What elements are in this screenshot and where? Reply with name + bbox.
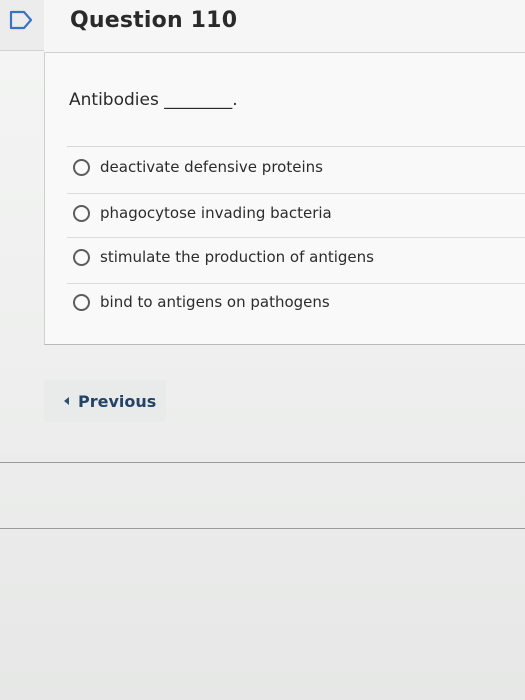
question-title: Question 110 [70,8,238,33]
radio-unselected-icon[interactable] [73,293,90,311]
question-body: Antibodies ________. deactivate defensiv… [44,53,525,345]
divider [0,462,525,463]
answer-option-label: bind to antigens on pathogens [100,293,330,311]
answer-option-label: phagocytose invading bacteria [100,204,332,222]
answer-option-1[interactable]: deactivate defensive proteins [73,154,513,180]
divider [67,146,525,147]
answer-option-label: deactivate defensive proteins [100,158,323,176]
divider [67,193,525,194]
flag-question-button[interactable] [0,0,45,51]
divider [67,237,525,238]
radio-unselected-icon[interactable] [73,248,90,266]
question-header: Question 110 [44,0,525,53]
answer-option-2[interactable]: phagocytose invading bacteria [73,200,513,226]
radio-unselected-icon[interactable] [73,204,90,222]
caret-left-icon [64,397,69,405]
question-prompt: Antibodies ________. [69,90,238,110]
answer-option-label: stimulate the production of antigens [100,248,374,266]
divider [67,283,525,284]
radio-unselected-icon[interactable] [73,158,90,176]
answer-option-3[interactable]: stimulate the production of antigens [73,244,513,270]
divider [0,528,525,529]
previous-button[interactable]: Previous [44,380,166,422]
answer-option-4[interactable]: bind to antigens on pathogens [73,289,513,315]
previous-button-label: Previous [78,391,157,411]
flag-icon [9,10,33,30]
